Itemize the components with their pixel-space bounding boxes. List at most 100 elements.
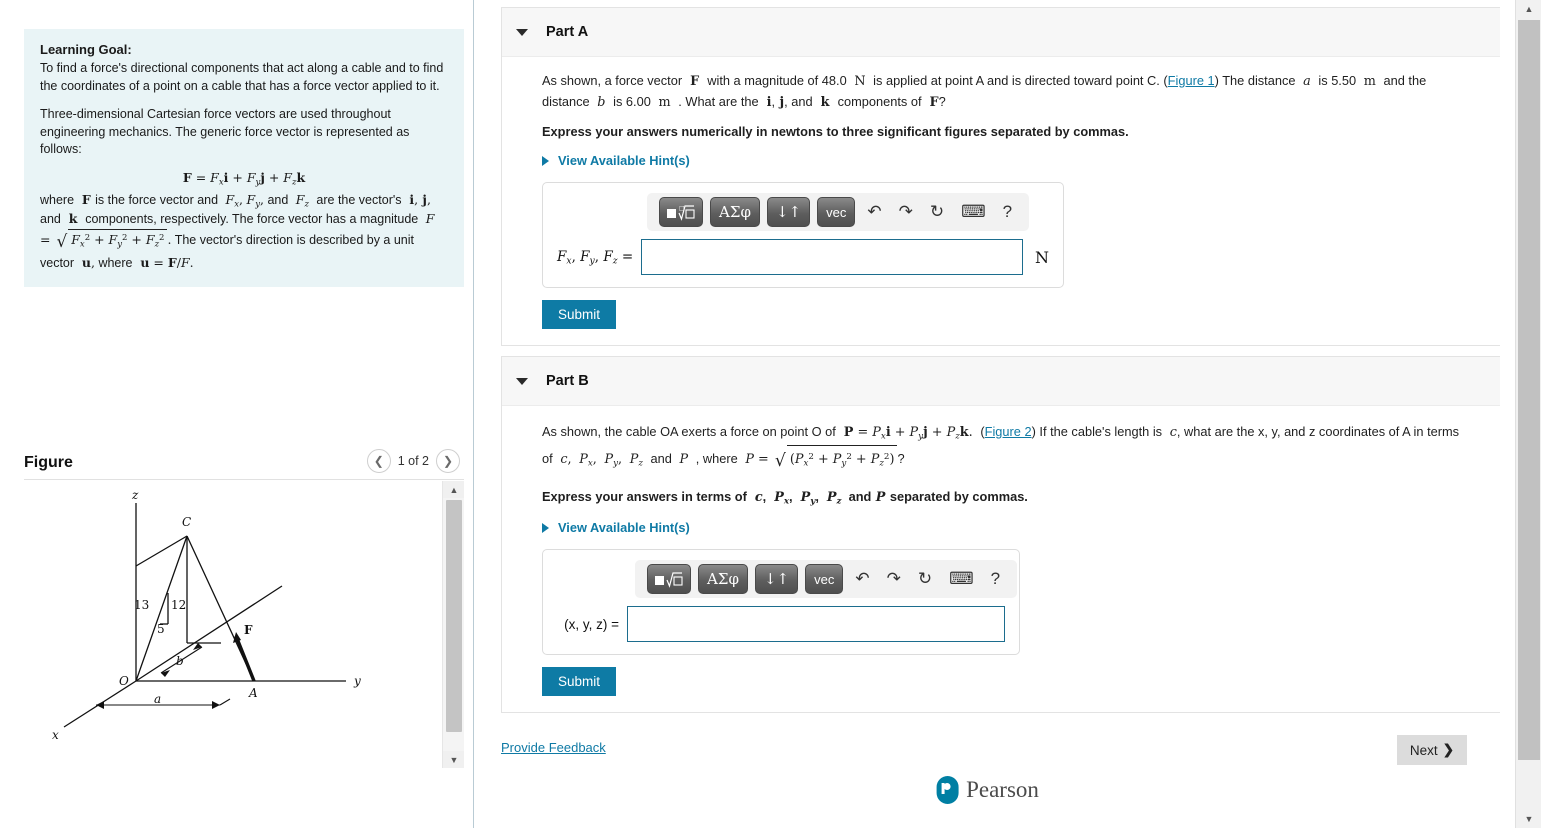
scroll-thumb[interactable] [1518,20,1540,760]
root-icon [655,572,683,588]
part-a-body: As shown, a force vector F with a magnit… [502,57,1500,345]
redo-icon[interactable]: ↷ [882,565,906,593]
part-a-label: Part A [546,24,589,40]
axis-label-y: y [353,674,361,688]
learning-goal-box: Learning Goal: To find a force's directi… [24,29,464,287]
figure-body: z x y O A C F a b 13 12 5 ▲ ▼ [24,481,464,768]
point-label-A: A [248,686,258,700]
lg-txt-b: is the force vector and [95,192,219,207]
figure-prev-button[interactable]: ❮ [366,449,391,473]
next-button-label: Next [1409,742,1438,758]
pa-q1: As shown, a force vector [542,73,683,88]
greek-symbols-button[interactable]: ΑΣφ [710,197,760,228]
part-b-hints-toggle[interactable]: View Available Hint(s) [542,520,1462,535]
help-icon[interactable]: ? [998,198,1017,226]
figure-divider [24,479,464,480]
main-content: Part A As shown, a force vector F with a… [475,0,1500,828]
triangle-right-icon [542,155,549,166]
pa-q2: with a magnitude of 48.0 [707,73,847,88]
learning-goal-title: Learning Goal: [40,42,132,57]
part-b-label: Part B [546,373,589,389]
figure-1-link[interactable]: Figure 1 [1168,73,1215,88]
pearson-wordmark: Pearson [966,777,1039,802]
sort-arrows-button[interactable]: ↓↑ [754,564,799,595]
vector-label-F: F [244,623,253,637]
part-a-header[interactable]: Part A [502,8,1500,57]
sort-arrows-button[interactable]: ↓↑ [766,197,811,228]
figure-scroll-down-icon[interactable]: ▼ [443,751,464,768]
part-a-answer-box: □ ΑΣφ ↓↑ vec ↶ ↷ ↻ ⌨ ? Fx, Fy, Fz = N [542,182,1064,289]
figure-next-button[interactable]: ❯ [436,449,460,473]
ratio-label-12: 12 [171,598,186,612]
root-icon: □ [667,205,695,221]
next-button[interactable]: Next ❯ [1396,735,1467,765]
lg-txt-c: and [267,192,289,207]
greek-symbols-button[interactable]: ΑΣφ [698,564,748,595]
chevron-left-icon: ❮ [373,454,384,468]
force-vector-F [233,632,256,682]
undo-icon[interactable]: ↶ [862,198,886,226]
redo-icon[interactable]: ↷ [894,198,918,226]
dimension-label-a: a [154,692,161,706]
part-a-hints-toggle[interactable]: View Available Hint(s) [542,153,1462,168]
learning-goal-paragraph-3: where F is the force vector and Fx, Fy, … [40,191,435,270]
pb-q4: and [650,450,672,466]
scroll-down-icon[interactable]: ▼ [1516,810,1541,828]
chevron-right-icon: ❯ [1442,742,1454,757]
figure-scroll-up-icon[interactable]: ▲ [443,481,464,498]
part-a-instruction: Express your answers numerically in newt… [542,124,1129,140]
figure-scroll-thumb[interactable] [446,500,462,732]
triangle-down-icon[interactable] [516,377,528,385]
reset-icon[interactable]: ↻ [925,198,949,226]
point-label-C: C [182,515,191,529]
part-b-card: Part B As shown, the cable OA exerts a f… [501,356,1500,714]
figure-2-link[interactable]: Figure 2 [985,424,1032,439]
lg-txt-d: are the vector's [316,192,402,207]
lg-txt-e: and [40,212,61,227]
triangle-down-icon[interactable] [516,28,528,36]
part-a-hint-label: View Available Hint(s) [558,153,690,169]
provide-feedback-link[interactable]: Provide Feedback [501,740,606,755]
part-b-answer-row: (x, y, z) = [557,606,1005,643]
figure-count-label: 1 of 2 [397,454,429,468]
part-b-answer-label: (x, y, z) = [564,616,619,632]
part-a-submit-button[interactable]: Submit [542,300,617,330]
part-b-submit-button[interactable]: Submit [542,667,617,697]
part-a-math-toolbar: □ ΑΣφ ↓↑ vec ↶ ↷ ↻ ⌨ ? [647,193,1030,232]
pb-q2: If the cable's length is [1039,424,1163,439]
part-b-hint-label: View Available Hint(s) [558,520,690,536]
part-b-answer-box: ΑΣφ ↓↑ vec ↶ ↷ ↻ ⌨ ? (x, y, z) = [542,549,1020,656]
reset-icon[interactable]: ↻ [913,565,937,593]
triangle-right-icon [542,522,549,533]
pearson-logo: Pearson [936,776,1039,804]
pa-q11: ? [938,94,946,110]
figure-nav: ❮ 1 of 2 ❯ [366,449,460,473]
pa-q9: and [791,94,813,110]
pa-q10: components of [837,94,922,110]
keyboard-icon[interactable]: ⌨ [944,565,979,593]
lg-txt-a: where [40,192,75,207]
generic-force-equation: F = Fxi + Fyj + Fzk [182,170,306,188]
template-root-button[interactable] [647,564,691,595]
pb-q1: As shown, the cable OA exerts a force on… [542,424,836,439]
part-b-instruction: Express your answers in terms of c, Px, … [542,488,1028,507]
help-icon[interactable]: ? [986,565,1005,593]
part-a-answer-input[interactable] [641,239,1023,276]
scroll-up-icon[interactable]: ▲ [1516,0,1541,18]
chevron-right-icon: ❯ [442,454,454,468]
axis-label-x: x [52,728,59,742]
template-root-button[interactable]: □ [659,197,703,228]
part-a-answer-row: Fx, Fy, Fz = N [557,239,1049,276]
part-b-header[interactable]: Part B [502,357,1500,406]
ratio-label-13: 13 [134,598,149,612]
pb-q6: ? [897,450,905,466]
page-scrollbar[interactable]: ▲ ▼ [1515,0,1541,828]
figure-scrollbar[interactable]: ▲ ▼ [442,481,464,768]
vector-button[interactable]: vec [805,564,844,595]
axis-label-z: z [131,488,139,502]
keyboard-icon[interactable]: ⌨ [956,198,991,226]
undo-icon[interactable]: ↶ [850,565,874,593]
vector-button[interactable]: vec [817,197,856,228]
part-b-body: As shown, the cable OA exerts a force on… [502,406,1500,712]
part-b-answer-input[interactable] [627,606,1005,643]
